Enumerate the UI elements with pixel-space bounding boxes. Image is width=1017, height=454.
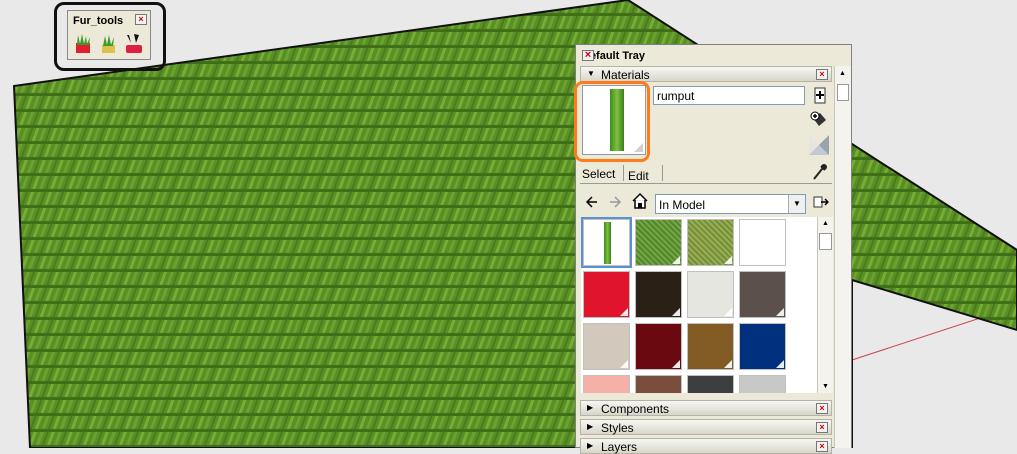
toolbar-close-button[interactable]: ×	[135, 14, 147, 25]
swatch-scrollbar[interactable]: ▲ ▼	[817, 217, 833, 393]
material-swatch[interactable]	[687, 323, 734, 370]
fur-plant-tool-icon[interactable]	[99, 33, 119, 55]
material-swatch[interactable]	[739, 219, 786, 266]
scroll-down-icon[interactable]: ▼	[822, 383, 829, 390]
swatch-corner-icon	[724, 308, 732, 316]
details-arrow-icon[interactable]	[813, 194, 829, 210]
materials-header-label: Materials	[601, 68, 650, 82]
collection-value: In Model	[659, 198, 706, 212]
tray-close-button[interactable]: ×	[582, 50, 594, 61]
swatch-corner-icon	[620, 360, 628, 368]
material-swatch[interactable]	[739, 323, 786, 370]
swatch-corner-icon	[776, 360, 784, 368]
styles-panel-header[interactable]: ▶ Styles ×	[580, 419, 832, 435]
tab-edit[interactable]: Edit	[628, 169, 649, 187]
swatch-corner-icon	[776, 308, 784, 316]
scroll-up-icon[interactable]: ▲	[822, 220, 829, 227]
material-swatch[interactable]	[687, 219, 734, 266]
fur-grass-tool-icon[interactable]	[74, 33, 94, 55]
grass-strip-texture	[604, 222, 611, 264]
tray-scroll-thumb[interactable]	[837, 84, 849, 101]
swatch-corner-icon	[776, 256, 784, 264]
material-swatch[interactable]	[739, 271, 786, 318]
swatch-corner-icon	[672, 360, 680, 368]
tab-divider	[623, 165, 624, 181]
back-arrow-icon[interactable]	[585, 195, 599, 209]
material-swatch[interactable]	[687, 375, 734, 393]
collection-dropdown[interactable]: In Model ▼	[655, 194, 806, 214]
material-swatch[interactable]	[581, 217, 632, 268]
eyedropper-icon[interactable]	[812, 163, 828, 181]
layers-close-button[interactable]: ×	[816, 441, 828, 452]
sample-paint-triangle-icon[interactable]	[809, 135, 829, 155]
chevron-down-icon[interactable]: ▼	[788, 195, 805, 213]
scroll-thumb[interactable]	[819, 233, 832, 250]
tray-scroll-up-icon[interactable]: ▲	[839, 70, 846, 77]
material-swatch[interactable]	[687, 271, 734, 318]
materials-panel-header[interactable]: ▼ Materials ×	[580, 66, 832, 82]
create-material-icon[interactable]	[814, 87, 826, 104]
material-swatch[interactable]	[635, 271, 682, 318]
swatch-corner-icon	[620, 308, 628, 316]
components-close-button[interactable]: ×	[816, 403, 828, 414]
material-swatch[interactable]	[739, 375, 786, 393]
tab-divider-2	[662, 165, 663, 181]
tray-scrollbar[interactable]: ▲	[834, 66, 851, 448]
grass-plane[interactable]	[12, 0, 1017, 448]
forward-arrow-icon[interactable]	[608, 195, 622, 209]
expand-arrow-icon: ▶	[587, 403, 594, 412]
material-swatch-grid	[581, 217, 817, 393]
toolbar-title: Fur_tools	[73, 15, 124, 27]
panel-label: Layers	[601, 440, 638, 454]
swatch-corner-icon	[620, 256, 628, 264]
material-swatch[interactable]	[583, 271, 630, 318]
swatch-corner-icon	[724, 360, 732, 368]
expand-arrow-icon: ▶	[587, 441, 594, 450]
components-panel-header[interactable]: ▶ Components ×	[580, 400, 832, 416]
panel-label: Components	[601, 402, 670, 416]
material-name-field[interactable]: rumput	[653, 86, 805, 105]
fur-tools-toolbar: Fur_tools ×	[67, 10, 151, 60]
swatch-corner-icon	[724, 256, 732, 264]
preview-highlight-outline	[574, 81, 650, 162]
swatch-corner-icon	[672, 256, 680, 264]
tray-titlebar: Default Tray ×	[576, 45, 851, 65]
styles-close-button[interactable]: ×	[816, 422, 828, 433]
panel-label: Styles	[601, 421, 634, 435]
material-swatch[interactable]	[583, 375, 630, 393]
material-swatch[interactable]	[635, 219, 682, 266]
tab-strip-line	[580, 183, 832, 184]
swatch-corner-icon	[672, 308, 680, 316]
material-swatch[interactable]	[635, 323, 682, 370]
material-swatch[interactable]	[635, 375, 682, 393]
home-icon[interactable]	[631, 192, 649, 210]
expand-arrow-icon: ▶	[587, 422, 594, 431]
paint-bucket-icon[interactable]	[810, 110, 828, 130]
materials-close-button[interactable]: ×	[816, 69, 828, 80]
material-swatch[interactable]	[583, 323, 630, 370]
fur-settings-tool-icon[interactable]	[124, 33, 144, 55]
layers-panel-header[interactable]: ▶ Layers ×	[580, 438, 832, 454]
collapse-arrow-icon: ▼	[587, 69, 595, 78]
